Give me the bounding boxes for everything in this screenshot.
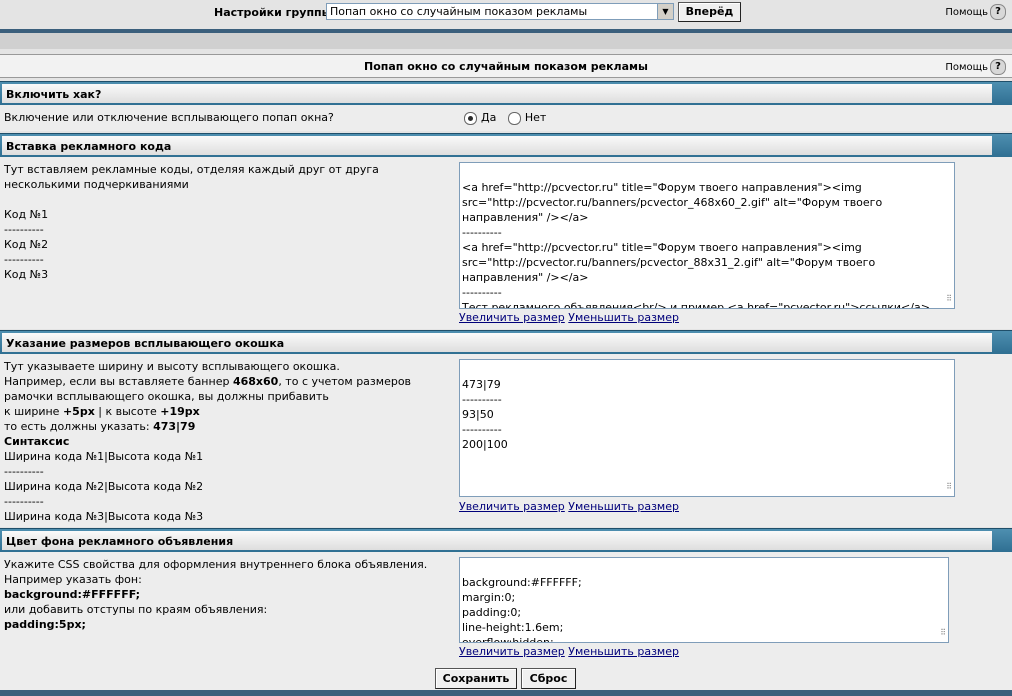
description-line: Например указать фон: (4, 573, 142, 586)
radio-no-label: Нет (524, 111, 547, 124)
setting-row-adcode: Тут вставляем рекламные коды, отделяя ка… (0, 157, 1012, 329)
resize-links: Увеличить размер Уменьшить размер (459, 645, 679, 658)
panel-header: Попап окно со случайным показом рекламы … (0, 54, 1012, 78)
group-toolbar: Настройки группы Попап окно со случайным… (0, 0, 1012, 24)
setting-description: Тут вставляем рекламные коды, отделяя ка… (4, 163, 379, 281)
setting-row-enable: Включение или отключение всплывающего по… (0, 105, 1012, 131)
section-title: Цвет фона рекламного объявления (6, 535, 234, 548)
text: , то с учетом размеров (278, 375, 412, 388)
section-header-enable: Включить хак? (0, 81, 1012, 105)
enable-radio-group: Да Нет (464, 111, 546, 125)
section-title: Указание размеров всплывающего окошка (6, 337, 285, 350)
description-line: Укажите CSS свойства для оформления внут… (4, 558, 428, 571)
resize-grip-icon[interactable]: ⠿ (946, 479, 952, 494)
setting-description: Включение или отключение всплывающего по… (4, 111, 334, 124)
enlarge-link[interactable]: Увеличить размер (459, 500, 565, 513)
help-link[interactable]: Помощь? (945, 4, 1006, 20)
adcode-textarea[interactable]: <a href="http://pcvector.ru" title="Фору… (459, 162, 955, 309)
chevron-down-icon[interactable]: ▼ (657, 4, 673, 19)
shrink-link[interactable]: Уменьшить размер (568, 311, 679, 324)
help-link[interactable]: Помощь? (945, 59, 1006, 75)
save-button[interactable]: Сохранить (435, 668, 517, 689)
resize-links: Увеличить размер Уменьшить размер (459, 500, 679, 513)
padding-example-text: padding:5px; (4, 618, 86, 631)
text: к ширине (4, 405, 63, 418)
radio-yes[interactable]: Да (464, 111, 497, 125)
banner-size-text: 468x60 (232, 375, 279, 388)
height-add-text: +19px (160, 405, 200, 418)
setting-description: Тут указываете ширину и высоту всплывающ… (4, 359, 411, 524)
help-label: Помощь (945, 7, 988, 18)
text: Например, если вы вставляете баннер (4, 375, 233, 388)
section-header-adcode: Вставка рекламного кода (0, 133, 1012, 157)
size-textarea-value: 473|79 ---------- 93|50 ---------- 200|1… (462, 378, 508, 451)
bgcolor-textarea-value: background:#FFFFFF; margin:0; padding:0;… (462, 576, 582, 643)
size-textarea[interactable]: 473|79 ---------- 93|50 ---------- 200|1… (459, 359, 955, 497)
radio-unchecked-icon[interactable] (507, 111, 521, 125)
width-add-text: +5px (62, 405, 95, 418)
group-select-value: Попап окно со случайным показом рекламы (330, 5, 588, 18)
bg-example-text: background:#FFFFFF; (4, 588, 141, 601)
text: то есть должны указать: (4, 420, 154, 433)
page-title: Попап окно со случайным показом рекламы (364, 60, 648, 73)
shrink-link[interactable]: Уменьшить размер (568, 645, 679, 658)
group-select[interactable]: Попап окно со случайным показом рекламы … (326, 3, 674, 20)
resize-grip-icon[interactable]: ⠿ (940, 625, 946, 640)
radio-no[interactable]: Нет (507, 111, 547, 125)
section-title: Включить хак? (6, 88, 102, 101)
resize-grip-icon[interactable]: ⠿ (946, 291, 952, 306)
reset-button[interactable]: Сброс (521, 668, 576, 689)
help-icon[interactable]: ? (990, 4, 1006, 20)
resize-links: Увеличить размер Уменьшить размер (459, 311, 679, 324)
enlarge-link[interactable]: Увеличить размер (459, 311, 565, 324)
description-line: или добавить отступы по краям объявления… (4, 603, 268, 616)
setting-row-size: Тут указываете ширину и высоту всплывающ… (0, 354, 1012, 527)
description-line: Тут указываете ширину и высоту всплывающ… (4, 360, 340, 373)
description-line: к ширине +5px | к высоте +19px (4, 404, 411, 419)
go-button[interactable]: Вперёд (678, 2, 741, 22)
setting-description: Укажите CSS свойства для оформления внут… (4, 557, 427, 632)
section-header-size: Указание размеров всплывающего окошка (0, 330, 1012, 354)
section-header-bgcolor: Цвет фона рекламного объявления (0, 528, 1012, 552)
group-settings-label: Настройки группы (214, 6, 332, 19)
syntax-lines: Ширина кода №1|Высота кода №1 ----------… (4, 450, 204, 523)
result-size-text: 473|79 (153, 420, 196, 433)
description-line: Например, если вы вставляете баннер 468x… (4, 374, 411, 389)
syntax-label: Синтаксис (4, 435, 70, 448)
section-title: Вставка рекламного кода (6, 140, 172, 153)
help-icon[interactable]: ? (990, 59, 1006, 75)
help-label: Помощь (945, 62, 988, 73)
radio-checked-icon[interactable] (464, 111, 477, 125)
setting-row-bgcolor: Укажите CSS свойства для оформления внут… (0, 552, 1012, 664)
description-line: рамочки всплывающего окошка, вы должны п… (4, 390, 329, 403)
divider (0, 33, 1012, 49)
adcode-textarea-value: <a href="http://pcvector.ru" title="Фору… (462, 181, 930, 309)
bgcolor-textarea[interactable]: background:#FFFFFF; margin:0; padding:0;… (459, 557, 949, 643)
description-line: то есть должны указать: 473|79 (4, 419, 411, 434)
divider (0, 690, 1012, 696)
enlarge-link[interactable]: Увеличить размер (459, 645, 565, 658)
shrink-link[interactable]: Уменьшить размер (568, 500, 679, 513)
text: | к высоте (94, 405, 161, 418)
radio-yes-label: Да (481, 111, 497, 124)
